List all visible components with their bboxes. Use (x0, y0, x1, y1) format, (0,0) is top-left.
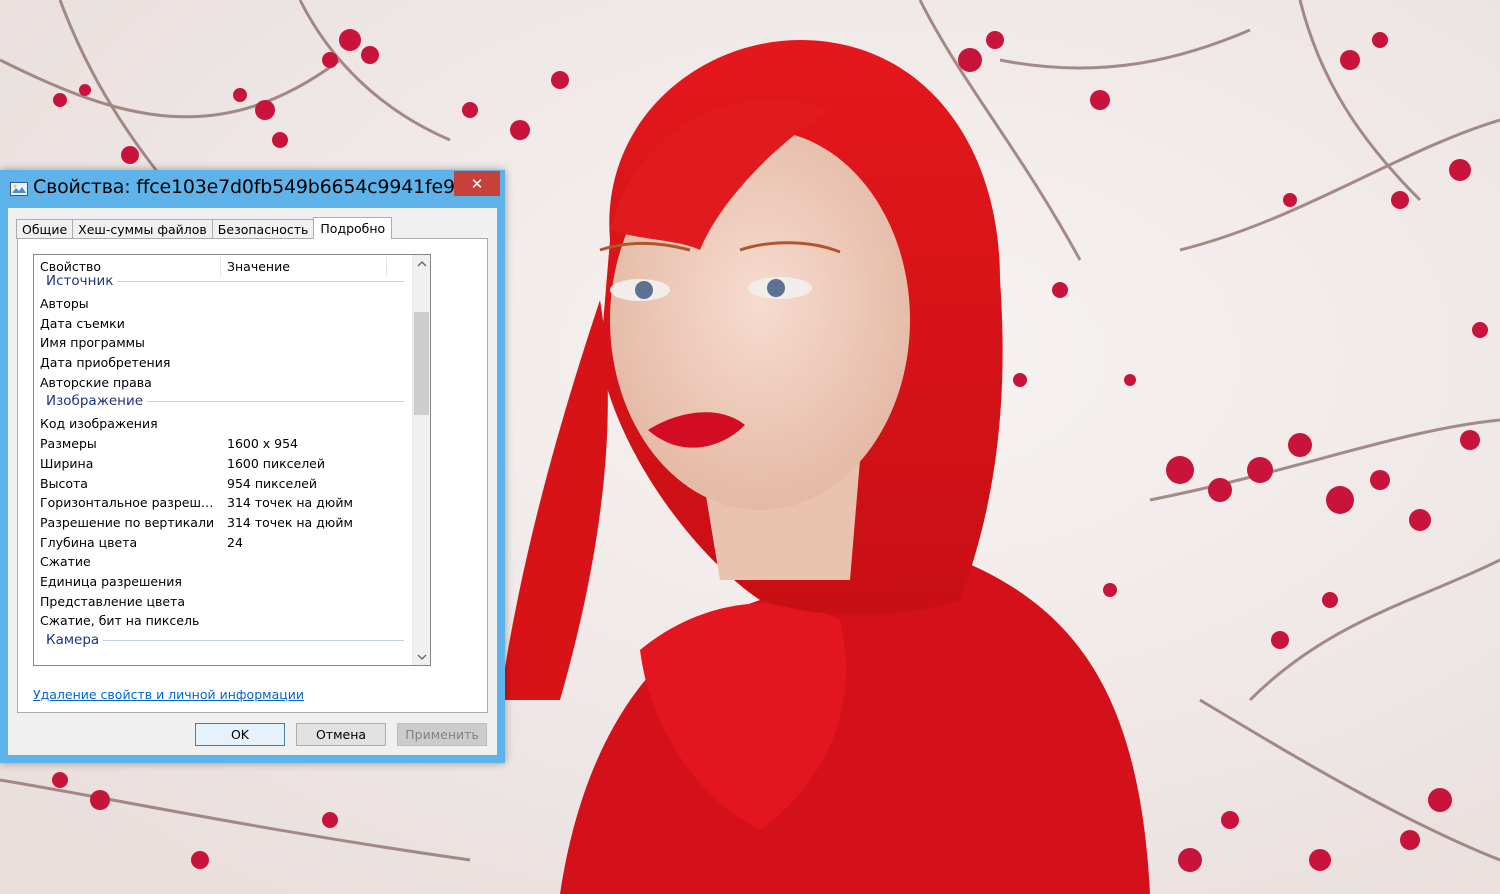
list-item[interactable]: Представление цвета (34, 592, 412, 612)
apply-button[interactable]: Применить (397, 723, 487, 746)
group-label: Камера (46, 631, 104, 649)
property-name: Код изображения (40, 416, 158, 432)
tab-security[interactable]: Безопасность (211, 219, 315, 239)
property-name: Авторские права (40, 374, 152, 390)
property-value: 314 точек на дюйм (227, 495, 353, 511)
list-item[interactable]: Ширина 1600 пикселей (34, 454, 412, 474)
property-name: Авторы (40, 296, 89, 311)
group-label: Источник (46, 272, 118, 290)
property-name: Дата съемки (40, 315, 125, 331)
window-title: Свойства: ffce103e7d0fb549b6654c9941fe97… (33, 176, 497, 198)
list-item[interactable]: Авторские права (34, 373, 412, 393)
ok-button[interactable]: OK (195, 723, 285, 746)
tab-general[interactable]: Общие (16, 219, 74, 239)
properties-dialog: Свойства: ffce103e7d0fb549b6654c9941fe97… (0, 170, 505, 763)
list-body: Источник Авторы Дата съемки Имя программы Да… (34, 272, 412, 653)
properties-list[interactable]: Свойство Значение Источник Авторы Дата съе… (33, 254, 431, 666)
property-name: Высота (40, 475, 88, 491)
list-item[interactable]: Имя программы (34, 333, 412, 353)
list-item[interactable]: Авторы (34, 294, 412, 314)
tab-file-hashes[interactable]: Хеш-суммы файлов (72, 219, 213, 239)
property-name: Дата приобретения (40, 355, 171, 371)
tab-details[interactable]: Подробно (313, 217, 393, 239)
cancel-button[interactable]: Отмена (296, 723, 386, 746)
list-item[interactable]: Глубина цвета 24 (34, 533, 412, 553)
group-header[interactable]: Источник (34, 272, 412, 294)
property-name: Горизонтальное разрешен... (40, 495, 216, 511)
property-name: Имя программы (40, 335, 145, 351)
group-header[interactable]: Камера (34, 631, 412, 653)
property-value: 1600 x 954 (227, 436, 299, 452)
property-value: 1600 пикселей (227, 455, 325, 471)
list-item[interactable]: Горизонтальное разрешен... 314 точек на д… (34, 493, 412, 513)
property-name: Сжатие (40, 554, 91, 570)
list-item[interactable]: Код изображения (34, 414, 412, 434)
list-item[interactable]: Дата съемки (34, 314, 412, 334)
scroll-up-icon[interactable] (413, 255, 430, 272)
group-label: Изображение (46, 392, 148, 411)
property-name: Сжатие, бит на пиксель (40, 613, 200, 629)
property-name: Глубина цвета (40, 534, 138, 550)
property-value: 954 пикселей (227, 475, 318, 491)
list-item[interactable]: Единица разрешения (34, 572, 412, 592)
list-item[interactable]: Дата приобретения (34, 353, 412, 373)
list-item[interactable]: Размеры 1600 x 954 (34, 434, 412, 454)
list-item[interactable]: Сжатие (34, 552, 412, 572)
dialog-client-area: Общие Хеш-суммы файлов Безопасность Подр… (8, 208, 497, 755)
list-item[interactable]: Сжатие, бит на пиксель (34, 611, 412, 631)
scrollbar-thumb[interactable] (414, 312, 429, 415)
property-name: Размеры (40, 436, 97, 452)
close-icon: ✕ (470, 174, 484, 193)
group-header[interactable]: Изображение (34, 392, 412, 414)
property-name: Разрешение по вертикали (40, 514, 215, 530)
image-file-icon (10, 182, 28, 196)
title-bar[interactable]: Свойства: ffce103e7d0fb549b6654c9941fe97… (0, 170, 505, 204)
vertical-scrollbar[interactable] (412, 255, 430, 665)
property-value: 24 (227, 534, 243, 550)
remove-properties-link[interactable]: Удаление свойств и личной информации (33, 687, 304, 702)
close-button[interactable]: ✕ (454, 171, 500, 196)
property-name: Ширина (40, 455, 94, 471)
details-tab-panel: Свойство Значение Источник Авторы Дата съе… (17, 238, 488, 713)
property-name: Единица разрешения (40, 573, 182, 589)
property-name: Представление цвета (40, 593, 185, 609)
tab-strip: Общие Хеш-суммы файлов Безопасность Подр… (16, 217, 393, 239)
scroll-down-icon[interactable] (413, 648, 430, 665)
property-value: 314 точек на дюйм (227, 514, 353, 530)
list-item[interactable]: Разрешение по вертикали 314 точек на дюйм (34, 513, 412, 533)
list-item[interactable]: Высота 954 пикселей (34, 474, 412, 494)
